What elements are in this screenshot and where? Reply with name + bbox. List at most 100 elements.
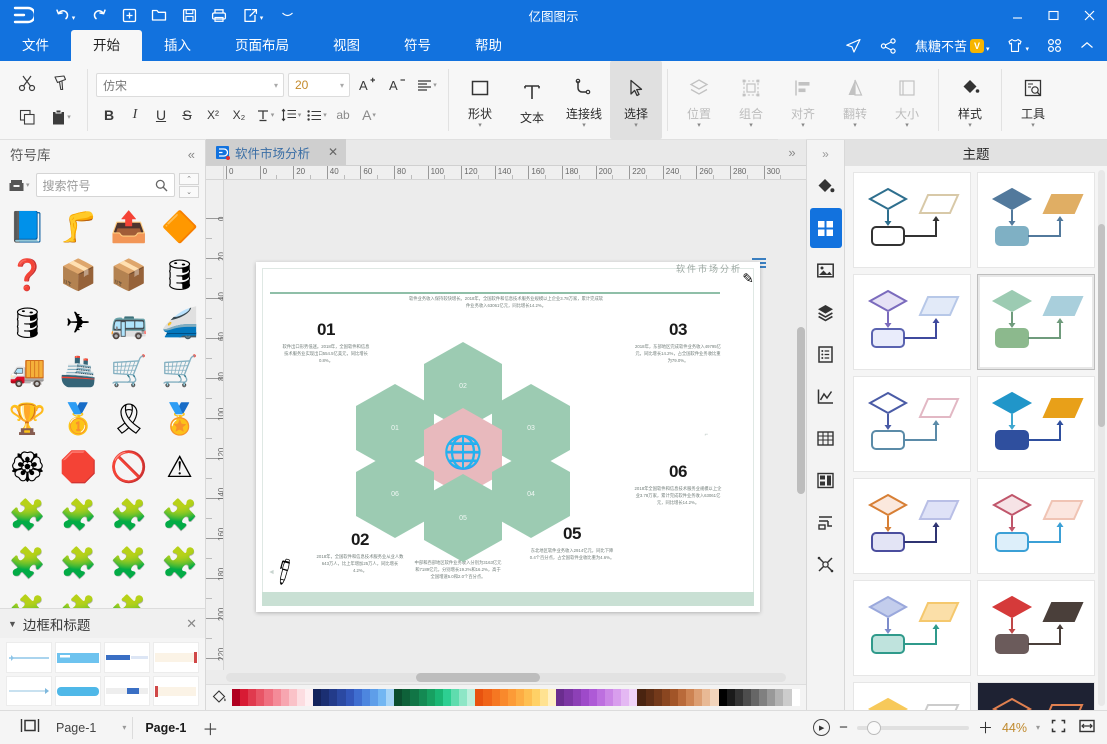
subscript-button[interactable]: X₂ <box>226 102 252 128</box>
palette-swatch[interactable] <box>459 689 467 706</box>
align-caret-icon[interactable]: ▾ <box>801 122 805 130</box>
symbol-item[interactable]: ✈ <box>53 300 104 348</box>
borders-titles-section-header[interactable]: ▼ 边框和标题 ✕ <box>0 608 205 638</box>
palette-swatch[interactable] <box>386 689 394 706</box>
banner-item[interactable] <box>104 642 150 673</box>
add-page-button[interactable]: ＋ <box>202 716 218 740</box>
banner-item[interactable] <box>55 676 101 706</box>
copy-icon[interactable] <box>10 102 44 132</box>
palette-swatch[interactable] <box>427 689 435 706</box>
palette-swatch[interactable] <box>662 689 670 706</box>
theme-caret-icon[interactable]: ▾ <box>1025 45 1029 53</box>
flip-caret-icon[interactable]: ▾ <box>853 122 857 130</box>
symbol-item[interactable]: 🧩 <box>53 540 104 588</box>
palette-swatch[interactable] <box>264 689 272 706</box>
menu-item-symbol[interactable]: 符号 <box>382 30 453 61</box>
palette-swatch[interactable] <box>686 689 694 706</box>
undo-caret-icon[interactable]: ▾ <box>72 14 76 22</box>
palette-swatch[interactable] <box>727 689 735 706</box>
palette-swatch[interactable] <box>710 689 718 706</box>
palette-swatch[interactable] <box>305 689 313 706</box>
canvas-vertical-scrollbar[interactable] <box>796 180 806 670</box>
palette-swatch[interactable] <box>492 689 500 706</box>
style-tool-button[interactable]: 样式 ▾ <box>944 61 996 139</box>
vertical-ruler[interactable]: 020406080100120140160180200220240 <box>206 180 224 670</box>
palette-swatch[interactable] <box>435 689 443 706</box>
palette-swatch[interactable] <box>783 689 791 706</box>
palette-swatch[interactable] <box>443 689 451 706</box>
palette-swatch[interactable] <box>767 689 775 706</box>
horizontal-ruler[interactable]: 0020406080100120140160180200220240260280… <box>224 166 806 180</box>
scatter-icon[interactable] <box>810 544 842 584</box>
palette-swatch[interactable] <box>240 689 248 706</box>
palette-swatch[interactable] <box>719 689 727 706</box>
palette-swatch[interactable] <box>362 689 370 706</box>
library-chooser-icon[interactable]: ▾ <box>6 178 32 193</box>
palette-swatch[interactable] <box>540 689 548 706</box>
palette-swatch[interactable] <box>735 689 743 706</box>
superscript-button[interactable]: X² <box>200 102 226 128</box>
theme-scrollbar[interactable] <box>1098 170 1105 706</box>
strikethrough-button[interactable]: S <box>174 102 200 128</box>
menu-item-home[interactable]: 开始 <box>71 30 142 61</box>
zoom-in-button[interactable]: ＋ <box>978 717 993 738</box>
palette-swatch[interactable] <box>751 689 759 706</box>
symbol-item[interactable]: 📤 <box>104 204 155 252</box>
palette-swatch[interactable] <box>337 689 345 706</box>
palette-swatches[interactable] <box>232 689 800 706</box>
menu-item-view[interactable]: 视图 <box>311 30 382 61</box>
close-tab-icon[interactable]: ✕ <box>316 145 338 159</box>
cut-icon[interactable] <box>10 68 44 98</box>
symbol-item[interactable]: 🥇 <box>53 396 104 444</box>
user-caret-icon[interactable]: ▾ <box>986 45 990 53</box>
symbol-item[interactable]: 🛒 <box>104 348 155 396</box>
search-input[interactable]: 搜索符号 <box>36 173 175 197</box>
bold-button[interactable]: B <box>96 102 122 128</box>
group-caret-icon[interactable]: ▾ <box>749 122 753 130</box>
symbol-item[interactable]: 📦 <box>53 252 104 300</box>
scroll-up-button[interactable]: ⌃ <box>179 173 199 185</box>
theme-theme-green[interactable] <box>977 274 1095 370</box>
palette-swatch[interactable] <box>564 689 572 706</box>
symbol-item[interactable]: 🚫 <box>104 444 155 492</box>
new-document-button[interactable] <box>114 0 144 30</box>
arrange-icon[interactable] <box>810 502 842 542</box>
palette-swatch[interactable] <box>370 689 378 706</box>
palette-swatch[interactable] <box>694 689 702 706</box>
text-case-button[interactable]: ab <box>330 102 356 128</box>
menu-item-page-layout[interactable]: 页面布局 <box>213 30 311 61</box>
palette-swatch[interactable] <box>346 689 354 706</box>
palette-swatch[interactable] <box>759 689 767 706</box>
palette-swatch[interactable] <box>394 689 402 706</box>
shape-tool-button[interactable]: 形状 ▾ <box>454 61 506 139</box>
palette-swatch[interactable] <box>500 689 508 706</box>
bullet-caret-icon[interactable]: ▾ <box>323 111 327 119</box>
font-family-caret-icon[interactable]: ▾ <box>274 81 278 90</box>
paste-icon[interactable]: ▾ <box>44 102 78 132</box>
palette-swatch[interactable] <box>621 689 629 706</box>
palette-swatch[interactable] <box>629 689 637 706</box>
palette-swatch[interactable] <box>289 689 297 706</box>
symbol-item[interactable]: 🎗 <box>104 396 155 444</box>
palette-swatch[interactable] <box>475 689 483 706</box>
layers-icon[interactable] <box>810 292 842 332</box>
theme-theme-blue-orange[interactable] <box>977 376 1095 472</box>
theme-theme-purple[interactable] <box>853 274 971 370</box>
position-tool-button[interactable]: 位置 ▾ <box>673 61 725 139</box>
palette-swatch[interactable] <box>581 689 589 706</box>
print-button[interactable] <box>204 0 234 30</box>
table-icon[interactable] <box>810 418 842 458</box>
symbol-item[interactable]: 🏆 <box>2 396 53 444</box>
expand-panel-icon[interactable]: » <box>807 142 845 166</box>
style-caret-icon[interactable]: ▾ <box>968 122 972 130</box>
presentation-play-button[interactable]: ▶ <box>813 719 830 736</box>
horizontal-scroll-thumb[interactable] <box>416 673 539 682</box>
save-button[interactable] <box>174 0 204 30</box>
theme-theme-peach[interactable] <box>853 478 971 574</box>
symbol-item[interactable]: 🛢 <box>2 300 53 348</box>
vertical-scroll-thumb[interactable] <box>797 327 805 494</box>
palette-swatch[interactable] <box>329 689 337 706</box>
position-caret-icon[interactable]: ▾ <box>697 122 701 130</box>
library-caret-icon[interactable]: ▾ <box>26 181 30 189</box>
tools-button[interactable]: 工具 ▾ <box>1007 61 1059 139</box>
